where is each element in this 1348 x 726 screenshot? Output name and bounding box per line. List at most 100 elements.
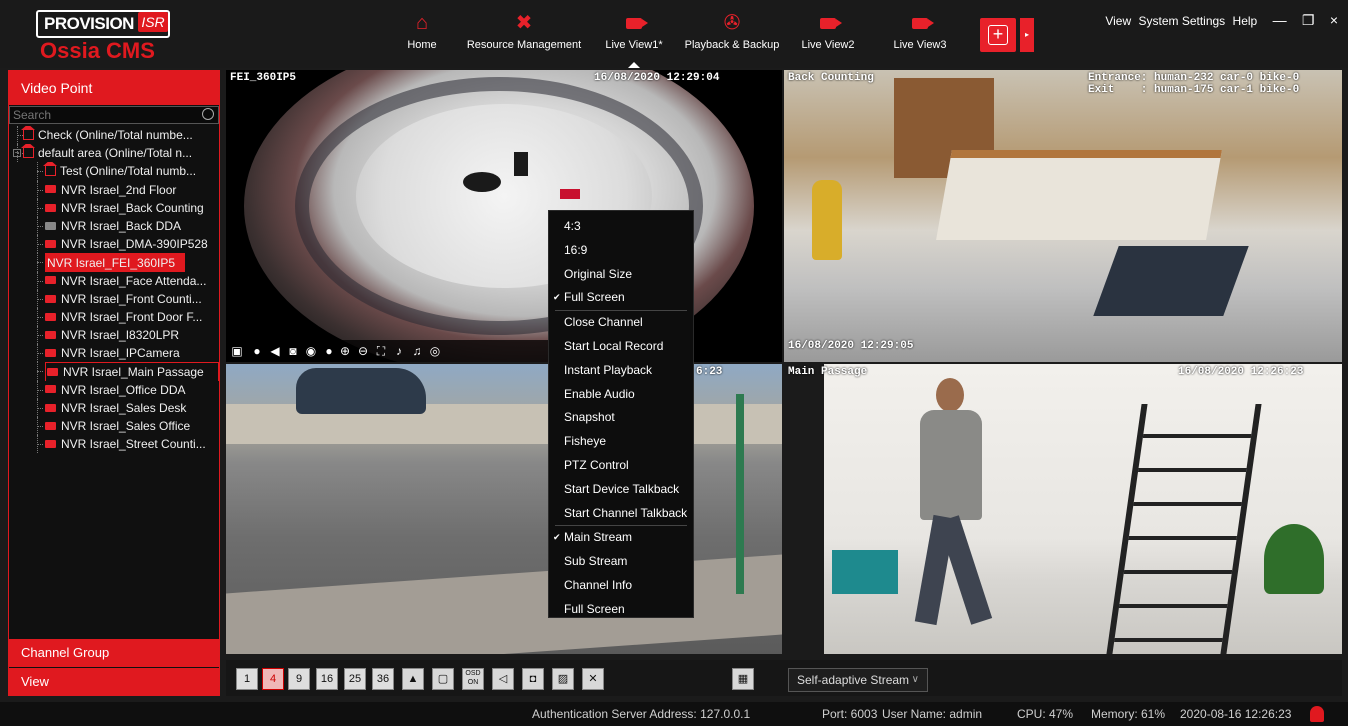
eye-icon[interactable]: ◉ (304, 344, 318, 358)
tree-item-label: Check (Online/Total numbe... (38, 128, 193, 142)
menu-view[interactable]: View (1105, 14, 1131, 28)
layout-1-button[interactable]: 1 (236, 668, 258, 690)
layout-25-button[interactable]: 25 (344, 668, 366, 690)
tree-item[interactable]: Check (Online/Total numbe... (9, 126, 219, 145)
context-menu-item[interactable]: ✔ Full Screen (549, 286, 693, 310)
custom-layout-icon[interactable]: ▦ (732, 668, 754, 690)
talk-icon[interactable]: ♪ (392, 344, 406, 358)
context-menu-label: Original Size (564, 266, 633, 281)
tree-item[interactable]: − default area (Online/Total n... (9, 144, 219, 163)
context-menu-item[interactable]: Close Channel (549, 311, 693, 335)
layout-4-button[interactable]: 4 (262, 668, 284, 690)
tree-item[interactable]: NVR Israel_FEI_360IP5 (9, 253, 219, 272)
zoom-out-icon[interactable]: ⊖ (356, 344, 370, 358)
record-dot-icon[interactable]: ● (250, 344, 264, 358)
minimize-icon[interactable]: — (1273, 12, 1287, 28)
context-menu-item[interactable]: Start Device Talkback (549, 478, 693, 502)
search-icon[interactable] (202, 108, 214, 120)
collapse-icon[interactable]: − (13, 149, 21, 158)
tree-item[interactable]: NVR Israel_Street Counti... (9, 435, 219, 454)
menu-help[interactable]: Help (1233, 14, 1258, 28)
tree-item[interactable]: NVR Israel_Office DDA (9, 380, 219, 399)
context-menu-item[interactable]: PTZ Control (549, 454, 693, 478)
context-menu-item[interactable]: Enable Audio (549, 383, 693, 407)
tree-item[interactable]: NVR Israel_IPCamera (9, 344, 219, 363)
context-menu-item[interactable]: Start Local Record (549, 335, 693, 359)
channel-group-tab[interactable]: Channel Group (9, 639, 219, 667)
layout-9-button[interactable]: 9 (288, 668, 310, 690)
osd-toggle-button[interactable]: OSD ON (462, 668, 484, 690)
context-menu-item[interactable]: Full Screen (549, 598, 693, 622)
context-menu-label: Close Channel (564, 315, 643, 330)
tree-item[interactable]: NVR Israel_Main Passage (9, 362, 219, 381)
video-pane-1[interactable]: FEI_360IP5 16/08/2020 12:29:04 ▣ ● ◀ ◙ ◉… (226, 70, 782, 362)
context-menu-item[interactable]: ✔ Main Stream (549, 526, 693, 550)
context-menu-item[interactable]: Snapshot (549, 406, 693, 430)
fullscreen-icon[interactable]: ▢ (432, 668, 454, 690)
video-pane-3[interactable]: 6:23 (226, 364, 782, 654)
check-icon: ✔ (553, 292, 561, 303)
add-view-button[interactable]: + (980, 18, 1016, 52)
tree-item[interactable]: NVR Israel_Front Counti... (9, 289, 219, 308)
view-list-arrow[interactable]: ▸ (1020, 18, 1034, 52)
close-icon[interactable]: × (1330, 12, 1338, 28)
search-input[interactable] (9, 106, 219, 124)
tree-item[interactable]: NVR Israel_I8320LPR (9, 326, 219, 345)
tree-item[interactable]: NVR Israel_2nd Floor (9, 180, 219, 199)
context-menu-item[interactable]: 4:3 (549, 215, 693, 239)
context-menu: 4:3 16:9 Original Size ✔ Full Screen Close Ch… (548, 210, 694, 618)
home-icon: ⌂ (415, 12, 429, 34)
video-pane-4[interactable]: Main Passage 16/08/2020 12:26:23 (784, 364, 1342, 654)
nav-resource-management[interactable]: ✖ Resource Management (462, 10, 586, 66)
tree-item-label: NVR Israel_FEI_360IP5 (47, 256, 176, 271)
context-menu-item[interactable]: Start Channel Talkback (549, 502, 693, 526)
layout-36-button[interactable]: 36 (372, 668, 394, 690)
alarm-icon[interactable] (1310, 706, 1324, 722)
restore-icon[interactable]: ❐ (1302, 12, 1315, 28)
context-menu-item[interactable]: Sub Stream (549, 550, 693, 574)
channel-name: FEI_360IP5 (230, 72, 297, 84)
fit-icon[interactable]: ⛶ (374, 344, 388, 358)
context-menu-label: Main Stream (564, 530, 633, 545)
layout-16-button[interactable]: 16 (316, 668, 338, 690)
tree-item[interactable]: NVR Israel_Back Counting (9, 198, 219, 217)
context-menu-item[interactable]: 16:9 (549, 239, 693, 263)
camera-icon (45, 203, 56, 212)
tree-item[interactable]: NVR Israel_Back DDA (9, 216, 219, 236)
tree-item[interactable]: NVR Israel_Front Door F... (9, 307, 219, 327)
menu-system-settings[interactable]: System Settings (1138, 14, 1225, 28)
memory-status: Memory: 61% (1091, 707, 1166, 721)
context-menu-item[interactable]: Instant Playback (549, 359, 693, 383)
view-tab[interactable]: View (9, 668, 219, 696)
nav-live-view1[interactable]: Live View1* (600, 10, 668, 68)
location-icon[interactable]: ◎ (428, 344, 442, 358)
close-all-icon[interactable]: ✕ (582, 668, 604, 690)
screen-icon[interactable]: ▨ (552, 668, 574, 690)
video-pane-2[interactable]: Back Counting Entrance: human-232 car-0 … (784, 70, 1342, 362)
tree-item[interactable]: NVR Israel_Sales Office (9, 417, 219, 436)
plus-icon: + (988, 25, 1008, 45)
nav-home[interactable]: ⌂ Home (402, 10, 442, 66)
nav-playback-backup[interactable]: ✇ Playback & Backup (680, 10, 784, 66)
tree-item[interactable]: NVR Israel_DMA-390IP528 (9, 235, 219, 254)
tree-item[interactable]: NVR Israel_Sales Desk (9, 398, 219, 417)
context-menu-item[interactable]: Original Size (549, 263, 693, 287)
nav-live-view3[interactable]: Live View3 (890, 10, 950, 66)
audio-icon[interactable]: ◁ (492, 668, 514, 690)
talk-channel-icon[interactable]: ♫ (410, 344, 424, 358)
product-name: Ossia CMS (40, 38, 155, 63)
record-icon[interactable]: ▣ (230, 344, 244, 358)
sidebar-title[interactable]: Video Point (9, 71, 219, 105)
zoom-in-icon[interactable]: ⊕ (338, 344, 352, 358)
nav-live-view2[interactable]: Live View2 (798, 10, 858, 66)
snapshot-all-icon[interactable]: ◘ (522, 668, 544, 690)
stream-select[interactable]: Self-adaptive Stream ∨ (788, 668, 928, 692)
tree-item[interactable]: Test (Online/Total numb... (9, 162, 219, 181)
context-menu-item[interactable]: Channel Info (549, 574, 693, 598)
sequence-icon[interactable]: ▲ (402, 668, 424, 690)
audio-icon[interactable]: ◀ (268, 344, 282, 358)
tree-item[interactable]: NVR Israel_Face Attenda... (9, 271, 219, 290)
snapshot-icon[interactable]: ◙ (286, 344, 300, 358)
context-menu-item[interactable]: Fisheye (549, 430, 693, 454)
ptz-icon[interactable]: ● (322, 344, 336, 358)
